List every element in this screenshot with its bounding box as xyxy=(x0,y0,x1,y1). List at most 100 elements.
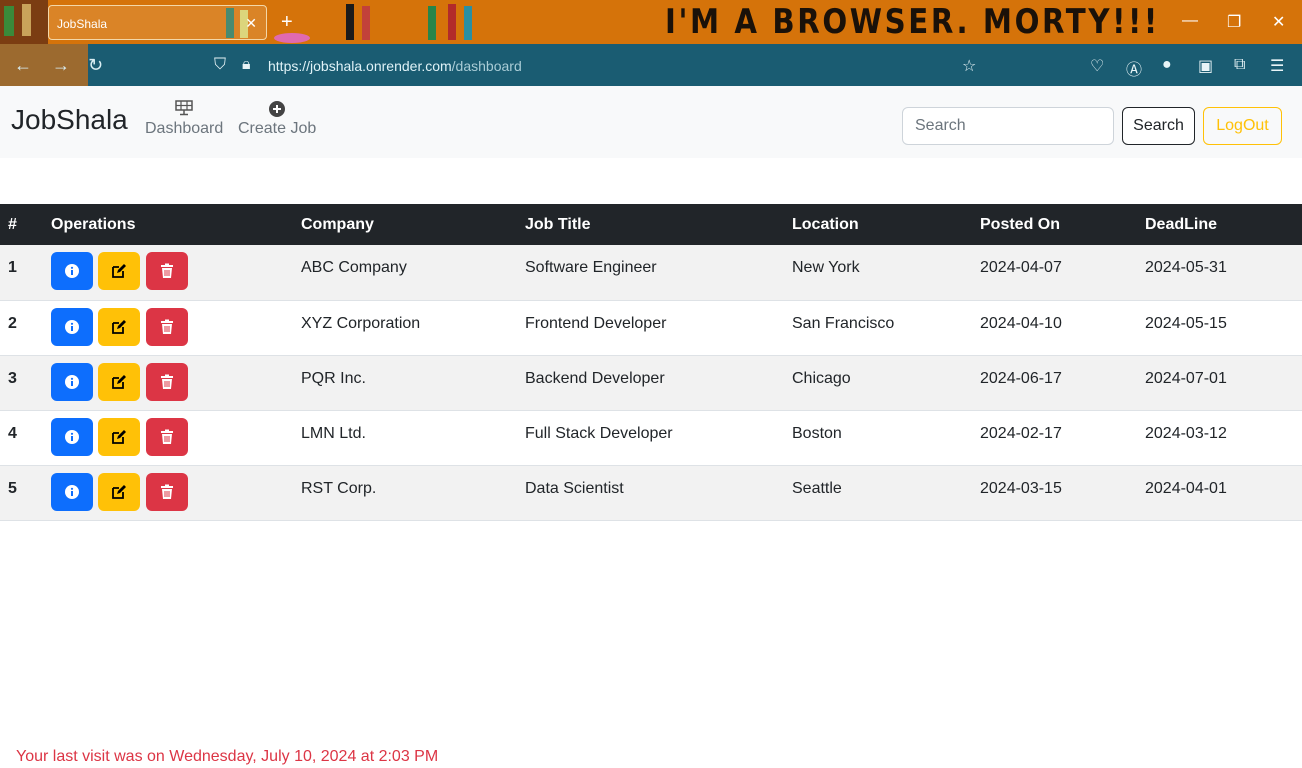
info-icon xyxy=(65,429,79,444)
trash-icon xyxy=(160,429,173,444)
row-index: 3 xyxy=(0,355,43,411)
nav-create-job[interactable]: Create Job xyxy=(238,100,316,138)
row-company: PQR Inc. xyxy=(293,355,517,411)
row-operations xyxy=(43,245,293,301)
close-window-icon[interactable]: ✕ xyxy=(1272,12,1285,32)
trash-icon xyxy=(160,263,173,278)
info-icon xyxy=(65,374,79,389)
trash-icon xyxy=(160,319,173,334)
search-input[interactable] xyxy=(902,107,1114,145)
edit-button[interactable] xyxy=(98,252,141,290)
extension-image-icon[interactable]: ▣ xyxy=(1198,56,1213,76)
table-row: 5 RST Corp. Data Scientist Seattle 2024-… xyxy=(0,465,1302,521)
edit-icon xyxy=(112,319,127,334)
trash-icon xyxy=(160,374,173,389)
new-tab-icon[interactable]: + xyxy=(281,11,293,34)
app-navbar: JobShala Dashboard Create Job Search Log… xyxy=(0,86,1302,158)
table-row: 2 XYZ Corporation Frontend Developer San… xyxy=(0,300,1302,356)
delete-button[interactable] xyxy=(145,252,188,290)
row-deadline: 2024-05-31 xyxy=(1137,245,1302,301)
row-company: LMN Ltd. xyxy=(293,410,517,466)
info-icon xyxy=(65,319,79,334)
brand-logo[interactable]: JobShala xyxy=(11,104,128,136)
view-button[interactable] xyxy=(51,362,93,401)
url-host: https://jobshala.onrender.com xyxy=(268,58,452,74)
row-company: ABC Company xyxy=(293,245,517,301)
account-avatar-icon[interactable]: Ⓐ xyxy=(1126,56,1142,80)
lock-icon[interactable]: 🔒︎ xyxy=(242,56,251,74)
col-header-posted-on: Posted On xyxy=(972,204,1137,245)
logout-button[interactable]: LogOut xyxy=(1203,107,1282,145)
row-job-title: Data Scientist xyxy=(517,465,784,521)
url-field[interactable]: https://jobshala.onrender.com/dashboard xyxy=(268,58,522,74)
info-icon xyxy=(65,264,79,278)
extension-lock-icon[interactable]: ● xyxy=(1162,56,1172,74)
row-company: XYZ Corporation xyxy=(293,300,517,356)
table-header-row: # Operations Company Job Title Location … xyxy=(0,204,1302,245)
delete-button[interactable] xyxy=(145,362,188,401)
shield-icon[interactable]: ⛉ xyxy=(214,56,226,74)
menu-hamburger-icon[interactable]: ☰ xyxy=(1270,56,1284,76)
pocket-icon[interactable]: ♡ xyxy=(1090,56,1104,76)
url-path: /dashboard xyxy=(451,58,522,74)
row-posted-on: 2024-03-15 xyxy=(972,465,1137,521)
plus-circle-icon xyxy=(238,100,316,120)
edit-icon xyxy=(112,484,127,499)
col-header-operations: Operations xyxy=(43,204,293,245)
theme-banner-text: I'M A BROWSER. MORTY!!! xyxy=(665,2,1160,42)
nav-dashboard[interactable]: Dashboard xyxy=(145,100,223,138)
browser-tab-active[interactable]: JobShala ✕ xyxy=(48,5,267,40)
edit-button[interactable] xyxy=(98,362,141,401)
back-icon[interactable]: ← xyxy=(14,55,32,76)
view-button[interactable] xyxy=(51,417,93,456)
reload-icon[interactable]: ↻ xyxy=(88,55,103,76)
table-row: 4 LMN Ltd. Full Stack Developer Boston 2… xyxy=(0,410,1302,466)
row-operations xyxy=(43,465,293,521)
nav-create-job-label: Create Job xyxy=(238,120,317,137)
close-tab-icon[interactable]: ✕ xyxy=(245,15,257,32)
maximize-icon[interactable]: ❐ xyxy=(1227,12,1241,32)
minimize-icon[interactable]: — xyxy=(1182,12,1198,30)
col-header-location: Location xyxy=(784,204,972,245)
row-job-title: Backend Developer xyxy=(517,355,784,411)
bookmark-star-icon[interactable]: ☆ xyxy=(962,56,976,76)
col-header-index: # xyxy=(0,204,43,245)
last-visit-notice: Your last visit was on Wednesday, July 1… xyxy=(16,748,439,765)
row-deadline: 2024-04-01 xyxy=(1137,465,1302,521)
col-header-deadline: DeadLine xyxy=(1137,204,1302,245)
delete-button[interactable] xyxy=(145,417,188,456)
row-location: Boston xyxy=(784,410,972,466)
edit-icon xyxy=(112,374,127,389)
browser-tabbar: JobShala ✕ + I'M A BROWSER. MORTY!!! — ❐… xyxy=(0,0,1302,44)
delete-button[interactable] xyxy=(145,472,188,511)
row-location: San Francisco xyxy=(784,300,972,356)
row-deadline: 2024-03-12 xyxy=(1137,410,1302,466)
edit-button[interactable] xyxy=(98,307,141,346)
delete-button[interactable] xyxy=(145,307,188,346)
extensions-puzzle-icon[interactable]: ⧉ xyxy=(1234,56,1245,74)
edit-icon xyxy=(112,429,127,444)
nav-dashboard-label: Dashboard xyxy=(145,120,224,137)
col-header-job-title: Job Title xyxy=(517,204,784,245)
row-posted-on: 2024-06-17 xyxy=(972,355,1137,411)
col-header-company: Company xyxy=(293,204,517,245)
edit-button[interactable] xyxy=(98,472,141,511)
row-operations xyxy=(43,410,293,466)
row-job-title: Frontend Developer xyxy=(517,300,784,356)
row-posted-on: 2024-04-10 xyxy=(972,300,1137,356)
table-row: 1 ABC Company Software Engineer New York… xyxy=(0,245,1302,301)
jobs-table: # Operations Company Job Title Location … xyxy=(0,204,1302,521)
row-index: 4 xyxy=(0,410,43,466)
info-icon xyxy=(65,484,79,499)
edit-button[interactable] xyxy=(98,417,141,456)
forward-icon[interactable]: → xyxy=(52,55,70,76)
row-job-title: Software Engineer xyxy=(517,245,784,301)
row-deadline: 2024-07-01 xyxy=(1137,355,1302,411)
search-button[interactable]: Search xyxy=(1122,107,1195,145)
row-posted-on: 2024-02-17 xyxy=(972,410,1137,466)
view-button[interactable] xyxy=(51,472,93,511)
row-job-title: Full Stack Developer xyxy=(517,410,784,466)
dashboard-grid-icon xyxy=(145,100,223,120)
view-button[interactable] xyxy=(51,252,93,290)
view-button[interactable] xyxy=(51,307,93,346)
